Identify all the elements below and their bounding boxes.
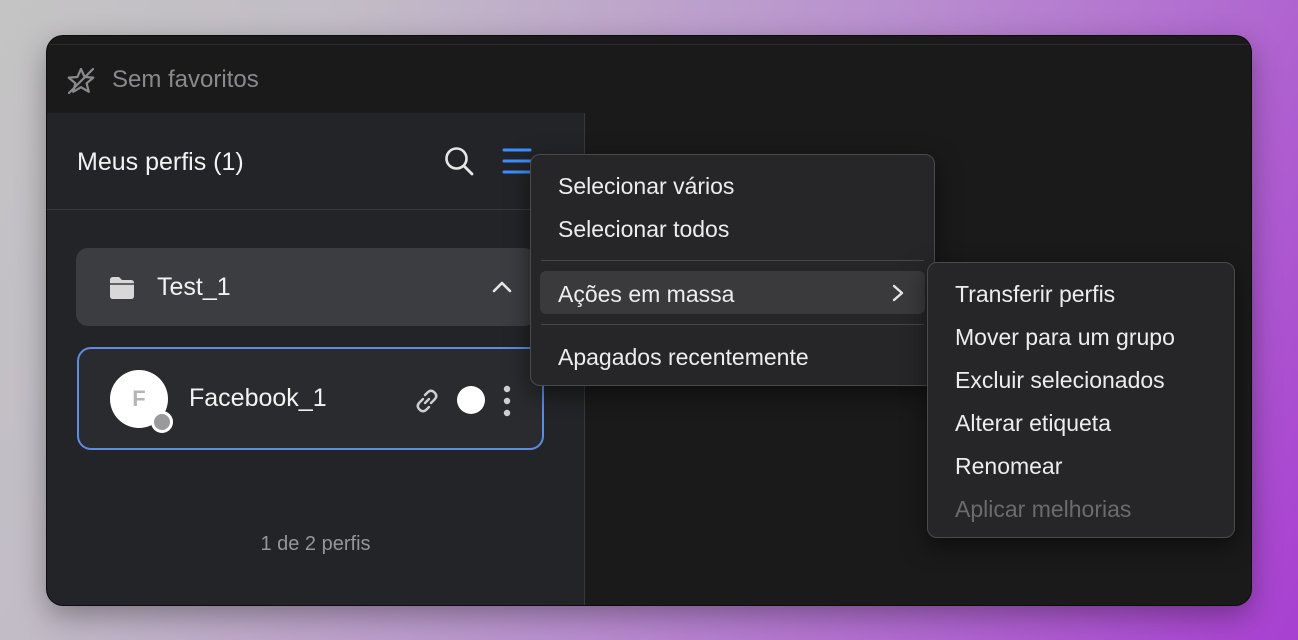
menu-item-recently-deleted[interactable]: Apagados recentemente <box>558 344 809 371</box>
list-options-menu: Selecionar vários Selecionar todos Ações… <box>530 154 935 386</box>
group-header[interactable]: Test_1 <box>76 248 536 326</box>
favorites-bar: Sem favoritos <box>47 36 1251 113</box>
chevron-right-icon <box>890 283 906 303</box>
list-menu-icon[interactable] <box>501 146 533 176</box>
menu-item-select-multiple[interactable]: Selecionar vários <box>558 173 734 200</box>
submenu-item-transfer-profiles[interactable]: Transferir perfis <box>955 281 1115 308</box>
submenu-item-change-tag[interactable]: Alterar etiqueta <box>955 410 1111 437</box>
submenu-item-apply-improvements: Aplicar melhorias <box>955 496 1132 522</box>
search-icon[interactable] <box>443 145 475 177</box>
menu-divider <box>541 260 924 261</box>
profiles-sidebar: Meus perfis (1) Test_1 F Facebook_1 1 de… <box>47 113 585 605</box>
status-dot-icon[interactable] <box>457 386 485 414</box>
submenu-item-delete-selected[interactable]: Excluir selecionados <box>955 367 1165 394</box>
menu-item-bulk-actions-label: Ações em massa <box>558 281 735 307</box>
favorites-label: Sem favoritos <box>112 66 259 93</box>
sidebar-header: Meus perfis (1) <box>47 113 584 210</box>
star-slash-icon <box>65 66 97 96</box>
profile-count: 1 de 2 perfis <box>260 533 371 555</box>
menu-item-select-all[interactable]: Selecionar todos <box>558 216 729 243</box>
sidebar-title: Meus perfis (1) <box>77 148 244 176</box>
submenu-item-move-to-group[interactable]: Mover para um grupo <box>955 324 1175 351</box>
link-icon[interactable] <box>412 386 442 416</box>
group-name: Test_1 <box>157 273 231 301</box>
avatar-status-icon <box>151 411 173 433</box>
chevron-up-icon[interactable] <box>491 277 513 297</box>
menu-divider <box>541 324 924 325</box>
profile-name: Facebook_1 <box>189 384 327 412</box>
submenu-item-rename[interactable]: Renomear <box>955 453 1062 480</box>
folder-icon <box>108 275 136 301</box>
bulk-actions-submenu: Transferir perfis Mover para um grupo Ex… <box>927 262 1235 538</box>
kebab-icon[interactable] <box>499 384 515 418</box>
profile-card[interactable]: F Facebook_1 <box>77 347 544 450</box>
